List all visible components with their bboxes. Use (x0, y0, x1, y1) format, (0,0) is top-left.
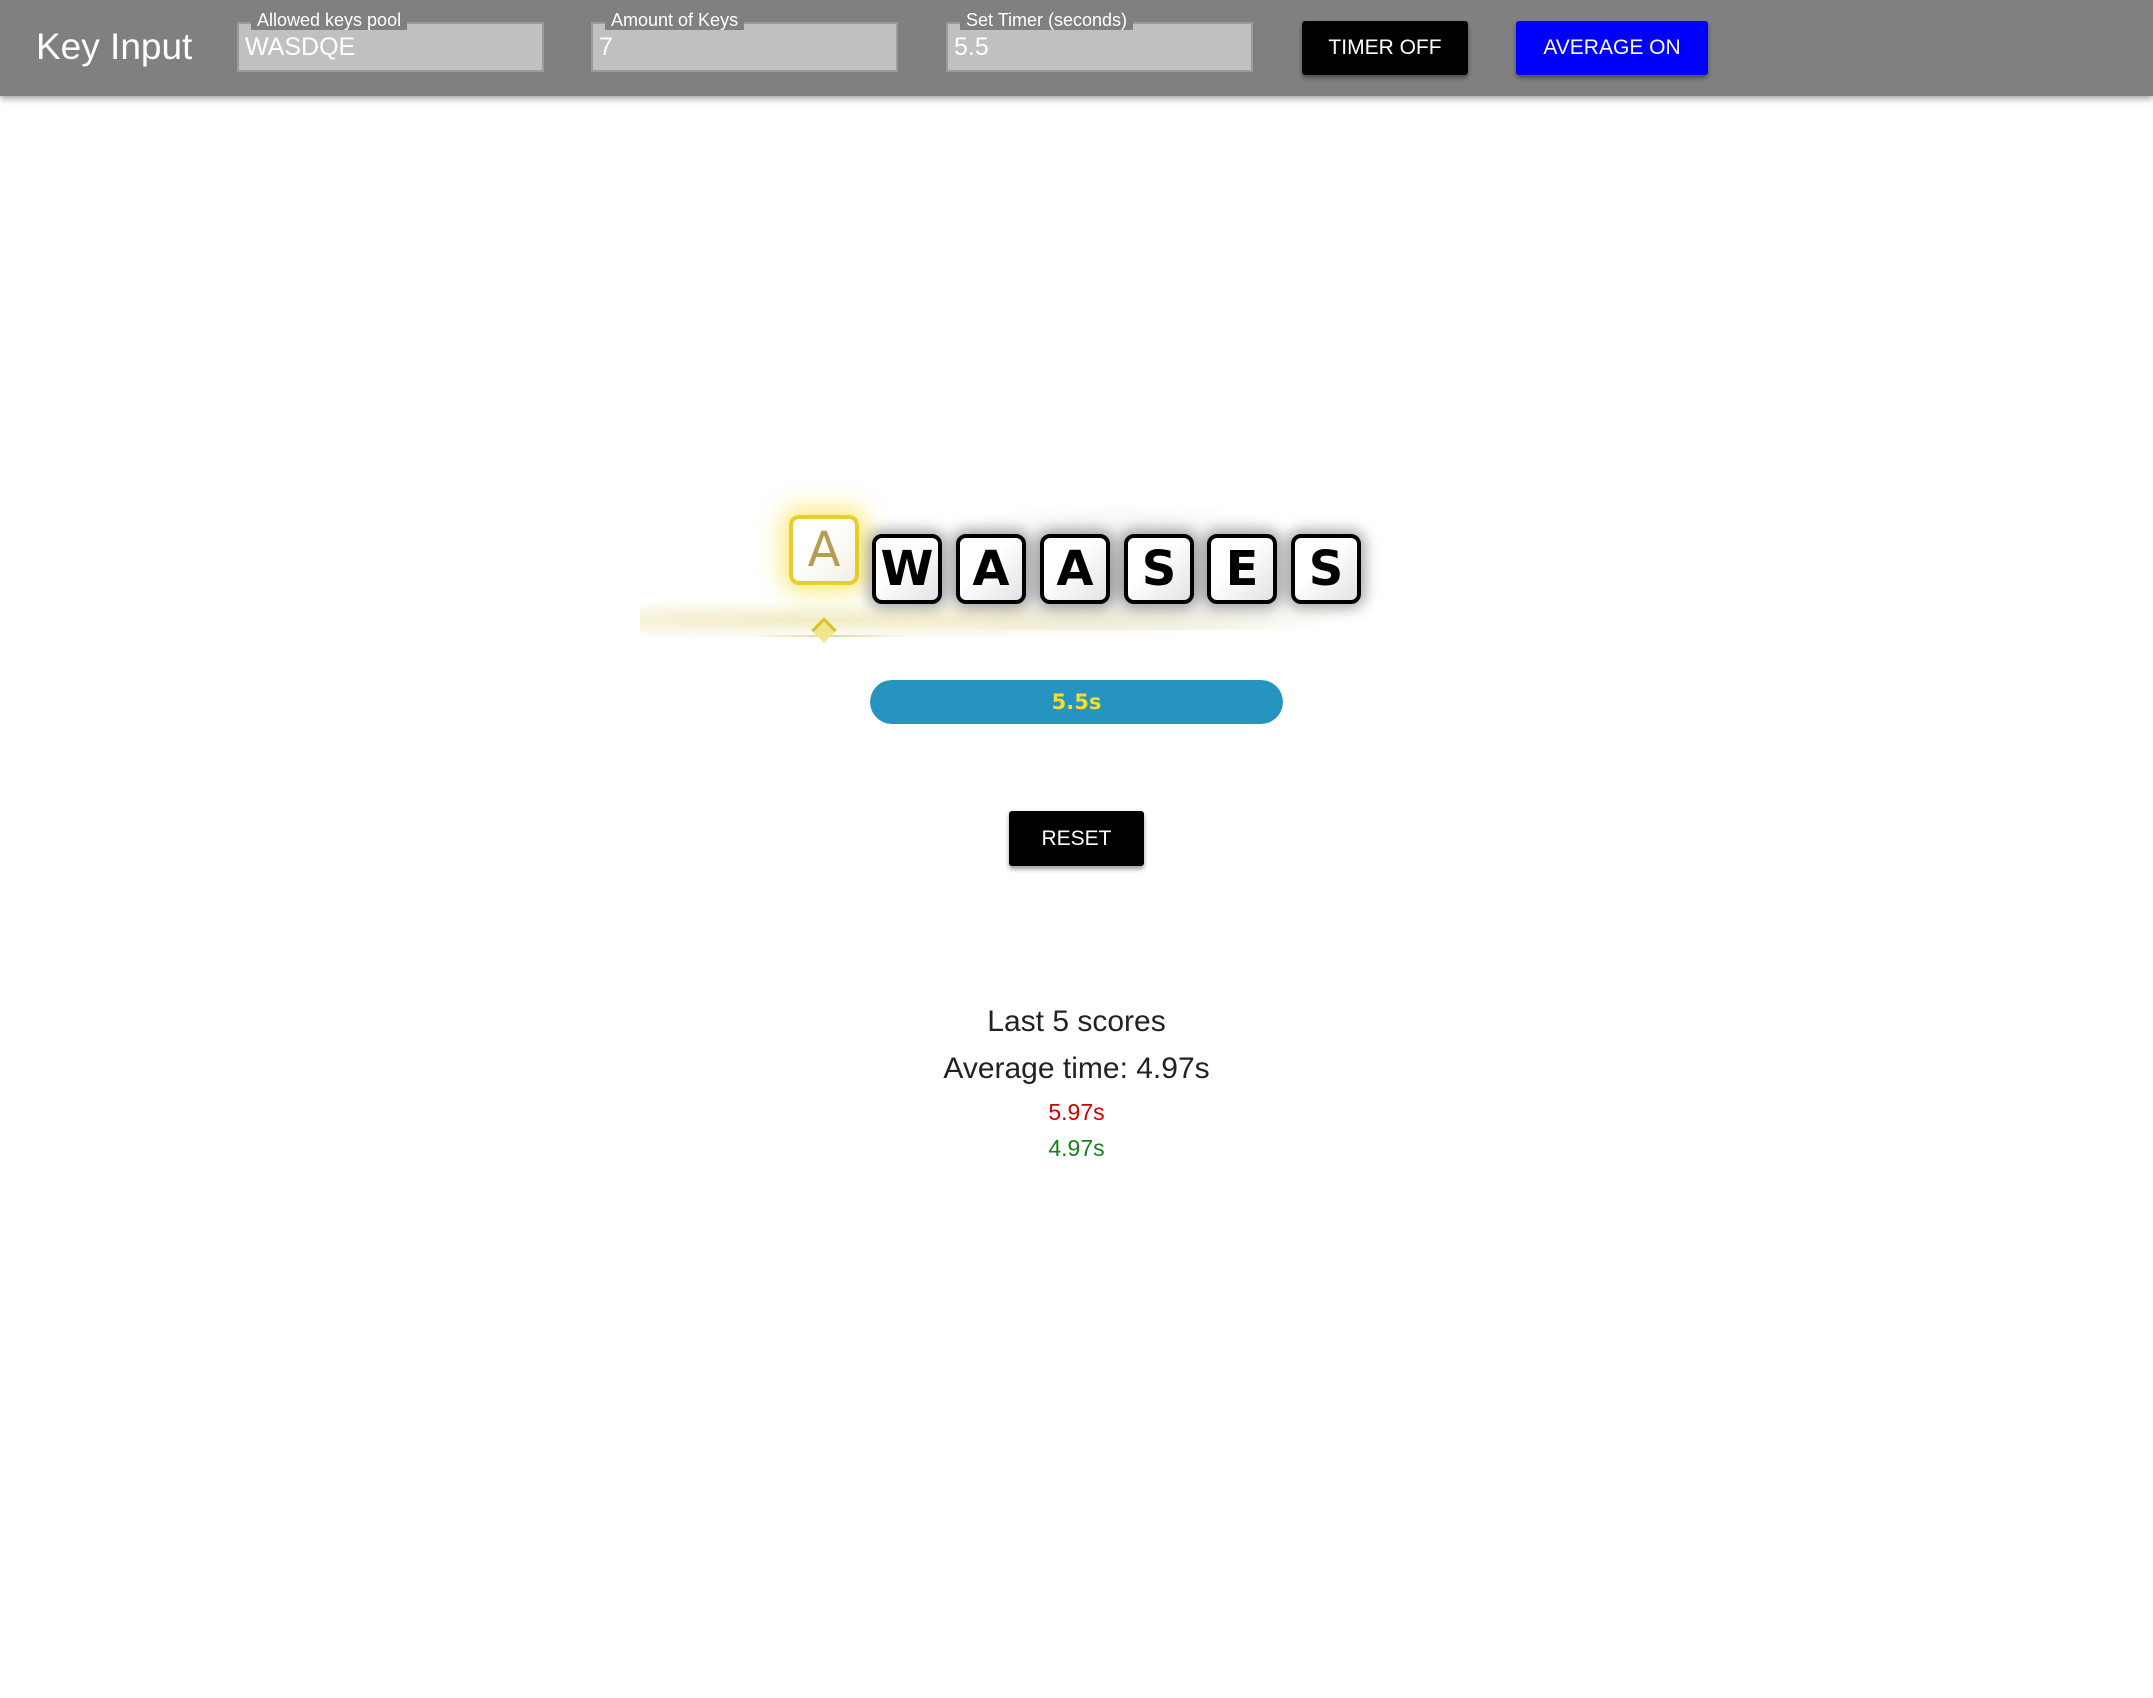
reset-button[interactable]: RESET (1009, 811, 1144, 866)
key-tile: A (956, 534, 1026, 604)
key-tile: A (1040, 534, 1110, 604)
key-sequence-area: A W A A S E S (0, 0, 2153, 700)
score-entry: 4.97s (1048, 1135, 1105, 1161)
average-time: Average time: 4.97s (943, 1052, 1210, 1085)
key-tile: E (1207, 534, 1277, 604)
scores-heading: Last 5 scores (987, 1005, 1166, 1038)
key-tile: S (1291, 534, 1361, 604)
key-tile: S (1124, 534, 1194, 604)
key-tile: W (872, 534, 942, 604)
active-key: A (789, 515, 859, 585)
active-key-glow (640, 600, 1380, 640)
timer-progress-text: 5.5s (1051, 690, 1102, 714)
timer-progress-bar: 5.5s (870, 680, 1283, 724)
score-entry: 5.97s (1048, 1099, 1105, 1125)
scores-panel: Last 5 scores Average time: 4.97s 5.97s … (0, 1000, 2153, 1166)
